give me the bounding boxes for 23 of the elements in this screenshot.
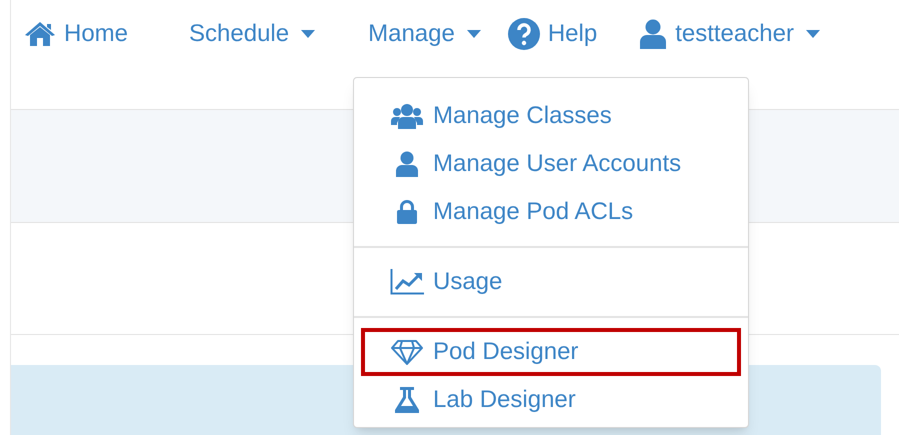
home-icon bbox=[24, 21, 56, 47]
menu-item[interactable]: Usage bbox=[354, 258, 748, 306]
caret-icon bbox=[466, 30, 481, 38]
lock-icon bbox=[397, 200, 417, 224]
caret-icon bbox=[806, 30, 820, 38]
nav-link[interactable]: Schedule bbox=[189, 14, 316, 54]
menu-item[interactable]: Manage Classes bbox=[354, 92, 748, 140]
line-chart-icon bbox=[390, 269, 424, 295]
diamond-icon bbox=[390, 339, 424, 365]
users-icon bbox=[391, 103, 423, 129]
nav-link[interactable]: testteacher bbox=[639, 14, 820, 54]
menu-item[interactable]: Manage Pod ACLs bbox=[354, 188, 748, 236]
help-icon bbox=[508, 18, 540, 50]
nav-link[interactable]: Home bbox=[24, 14, 128, 54]
user-icon bbox=[395, 151, 419, 177]
flask-icon bbox=[395, 387, 419, 413]
caret-icon bbox=[301, 30, 316, 38]
menu-item[interactable]: Pod Designer bbox=[361, 328, 741, 376]
nav-link[interactable]: Manage bbox=[368, 14, 481, 54]
nav-link[interactable]: Help bbox=[508, 14, 598, 54]
menu-item[interactable]: Manage User Accounts bbox=[354, 140, 748, 188]
menu-item[interactable]: Lab Designer bbox=[354, 376, 748, 424]
user-icon bbox=[639, 19, 668, 49]
